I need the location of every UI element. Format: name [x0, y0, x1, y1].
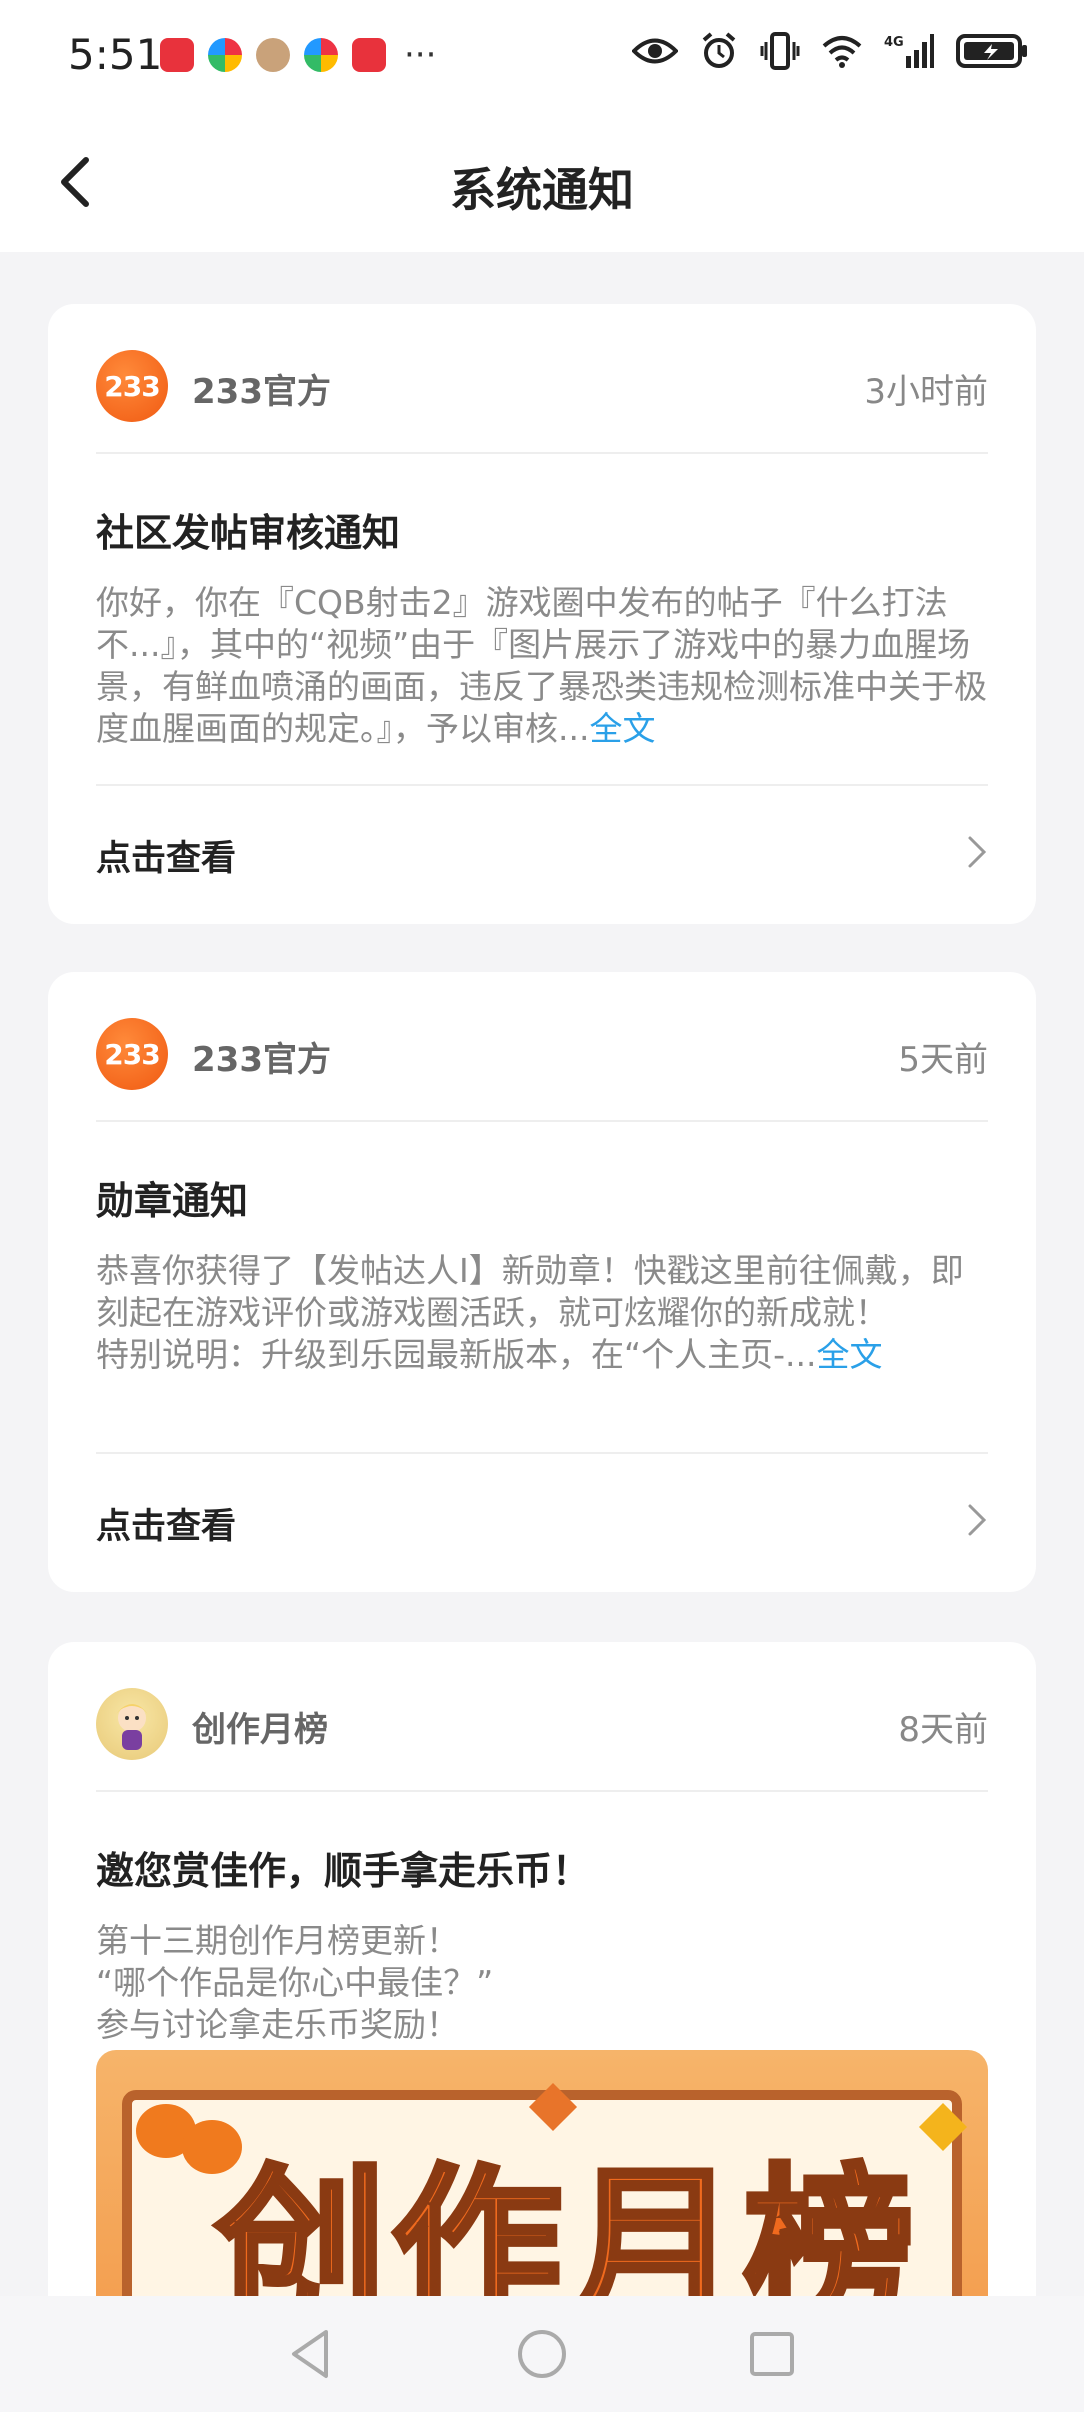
body-line: “哪个作品是你心中最佳？”	[96, 1963, 494, 2002]
chevron-right-icon[interactable]	[966, 834, 988, 870]
divider	[96, 784, 988, 786]
notification-body: 第十三期创作月榜更新！ “哪个作品是你心中最佳？” 参与讨论拿走乐币奖励！	[96, 1920, 988, 2046]
vibrate-icon	[760, 32, 800, 70]
body-text: 恭喜你获得了【发帖达人I】新勋章！快戳这里前往佩戴，即刻起在游戏评价或游戏圈活跃…	[96, 1251, 964, 1332]
page-title: 系统通知	[450, 163, 634, 217]
app-notification-icon	[352, 38, 386, 72]
chevron-right-icon[interactable]	[966, 1502, 988, 1538]
eye-icon	[632, 38, 678, 64]
system-nav-bar	[0, 2296, 1084, 2412]
pinwheel-app-icon	[208, 38, 242, 72]
timestamp: 3小时前	[864, 372, 988, 412]
body-note-text: 特别说明：升级到乐园最新版本，在“个人主页-...	[96, 1335, 817, 1374]
source-name: 233官方	[192, 1040, 331, 1080]
divider	[96, 1120, 988, 1122]
notification-body: 你好，你在『CQB射击2』游戏圈中发布的帖子『什么打法不...』，其中的“视频”…	[96, 582, 988, 750]
card-header: 233 233官方 5天前	[96, 1018, 988, 1090]
view-details-button[interactable]: 点击查看	[96, 1498, 236, 1549]
read-more-link[interactable]: 全文	[816, 1335, 882, 1374]
body-line: 第十三期创作月榜更新！	[96, 1921, 459, 1960]
read-more-link[interactable]: 全文	[589, 709, 655, 748]
more-notifications-icon: ···	[404, 35, 437, 75]
notification-title: 社区发帖审核通知	[96, 511, 401, 555]
notification-card[interactable]: 创作月榜 8天前 邀您赏佳作，顺手拿走乐币！ 第十三期创作月榜更新！ “哪个作品…	[48, 1642, 1036, 2402]
source-name: 233官方	[192, 372, 331, 412]
nav-recents-icon[interactable]	[742, 2324, 802, 2384]
card-header: 创作月榜 8天前	[96, 1688, 988, 1760]
wifi-icon	[822, 36, 862, 68]
app-notification-icon	[160, 38, 194, 72]
card-header: 233 233官方 3小时前	[96, 350, 988, 422]
official-avatar: 233	[96, 350, 168, 422]
pinwheel-app-icon	[304, 38, 338, 72]
app-header: 系统通知	[0, 112, 1084, 252]
character-icon	[116, 1704, 148, 1750]
notification-title: 邀您赏佳作，顺手拿走乐币！	[96, 1849, 591, 1893]
source-name: 创作月榜	[192, 1710, 328, 1750]
notification-card[interactable]: 233 233官方 5天前 勋章通知 恭喜你获得了【发帖达人I】新勋章！快戳这里…	[48, 972, 1036, 1592]
notification-body: 恭喜你获得了【发帖达人I】新勋章！快戳这里前往佩戴，即刻起在游戏评价或游戏圈活跃…	[96, 1250, 988, 1376]
status-time: 5:51	[68, 30, 163, 79]
body-text: 你好，你在『CQB射击2』游戏圈中发布的帖子『什么打法不...』，其中的“视频”…	[96, 583, 987, 748]
nav-home-icon[interactable]	[512, 2324, 572, 2384]
notification-icons: ···	[160, 38, 436, 72]
divider	[96, 1790, 988, 1792]
system-icons: 4G	[632, 32, 1028, 70]
body-text-note: 特别说明：升级到乐园最新版本，在“个人主页-...全文	[96, 1334, 988, 1376]
svg-text:4G: 4G	[884, 35, 904, 50]
signal-4g-icon: 4G	[884, 34, 934, 68]
alarm-icon	[702, 32, 736, 68]
character-avatar	[96, 1688, 168, 1760]
nav-back-icon[interactable]	[282, 2324, 342, 2384]
timestamp: 8天前	[898, 1710, 988, 1750]
status-bar: 5:51 ··· 4G	[0, 0, 1084, 112]
avatar-app-icon	[256, 38, 290, 72]
divider	[96, 452, 988, 454]
official-avatar: 233	[96, 1018, 168, 1090]
view-details-button[interactable]: 点击查看	[96, 830, 236, 881]
body-line: 参与讨论拿走乐币奖励！	[96, 2005, 459, 2044]
battery-charging-icon	[956, 34, 1027, 68]
notification-title: 勋章通知	[96, 1179, 249, 1223]
divider	[96, 1452, 988, 1454]
notification-card[interactable]: 233 233官方 3小时前 社区发帖审核通知 你好，你在『CQB射击2』游戏圈…	[48, 304, 1036, 924]
timestamp: 5天前	[898, 1040, 988, 1080]
